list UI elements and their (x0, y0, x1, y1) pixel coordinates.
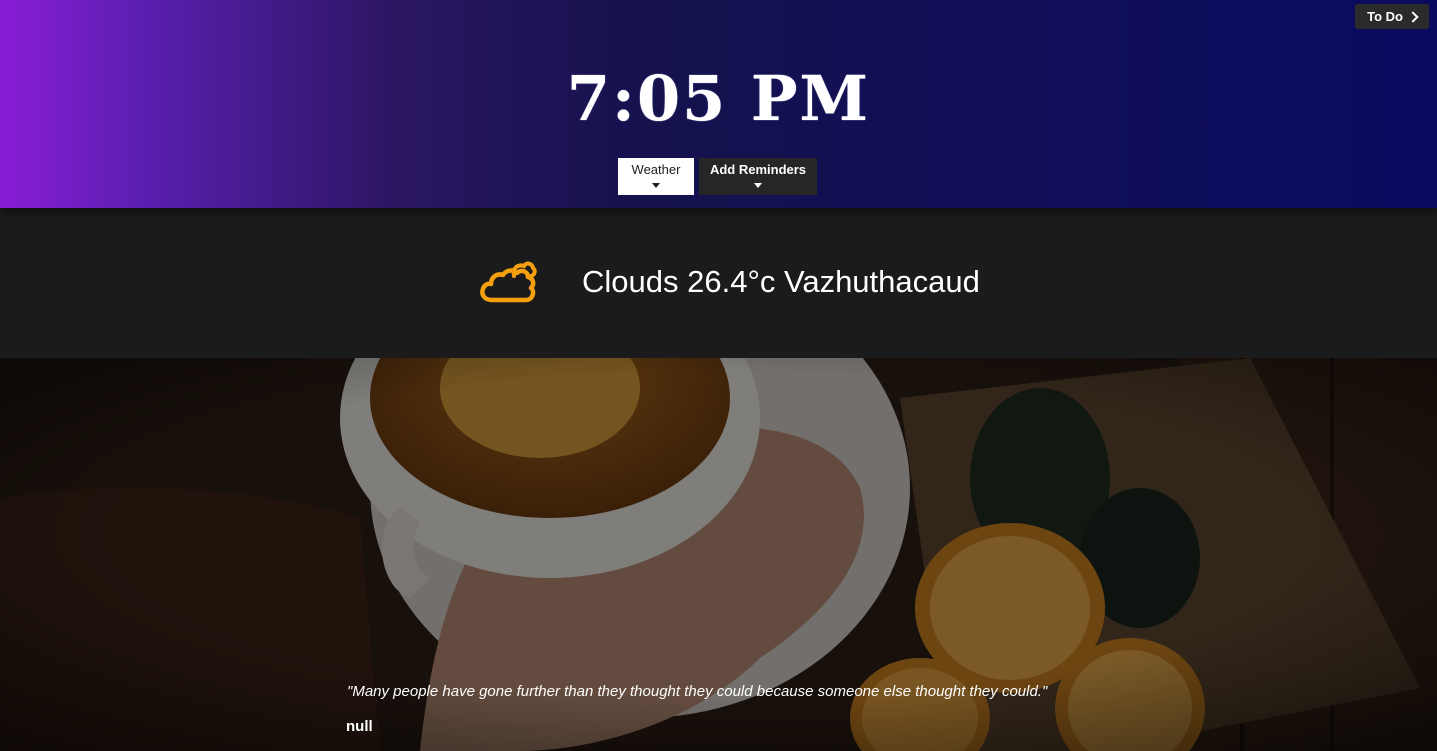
chevron-right-icon (1407, 10, 1419, 23)
todo-button[interactable]: To Do (1355, 4, 1429, 29)
todo-label: To Do (1367, 9, 1403, 24)
clock-time: 7:05 PM (566, 62, 871, 135)
caret-down-icon (652, 183, 660, 188)
tab-add-reminders[interactable]: Add Reminders (699, 158, 817, 195)
caret-down-icon (754, 183, 762, 188)
header-banner: To Do 7:05 PM Weather Add Reminders (0, 0, 1437, 208)
tab-weather-label: Weather (631, 162, 681, 177)
quote-author: null (346, 718, 373, 735)
tab-bar: Weather Add Reminders (618, 158, 817, 195)
cloud-icon (480, 261, 537, 303)
weather-summary: Clouds 26.4°c Vazhuthacaud (582, 264, 980, 299)
tab-weather[interactable]: Weather (618, 158, 694, 195)
quote-text: "Many people have gone further than they… (347, 683, 1048, 700)
tab-reminders-label: Add Reminders (709, 162, 807, 177)
